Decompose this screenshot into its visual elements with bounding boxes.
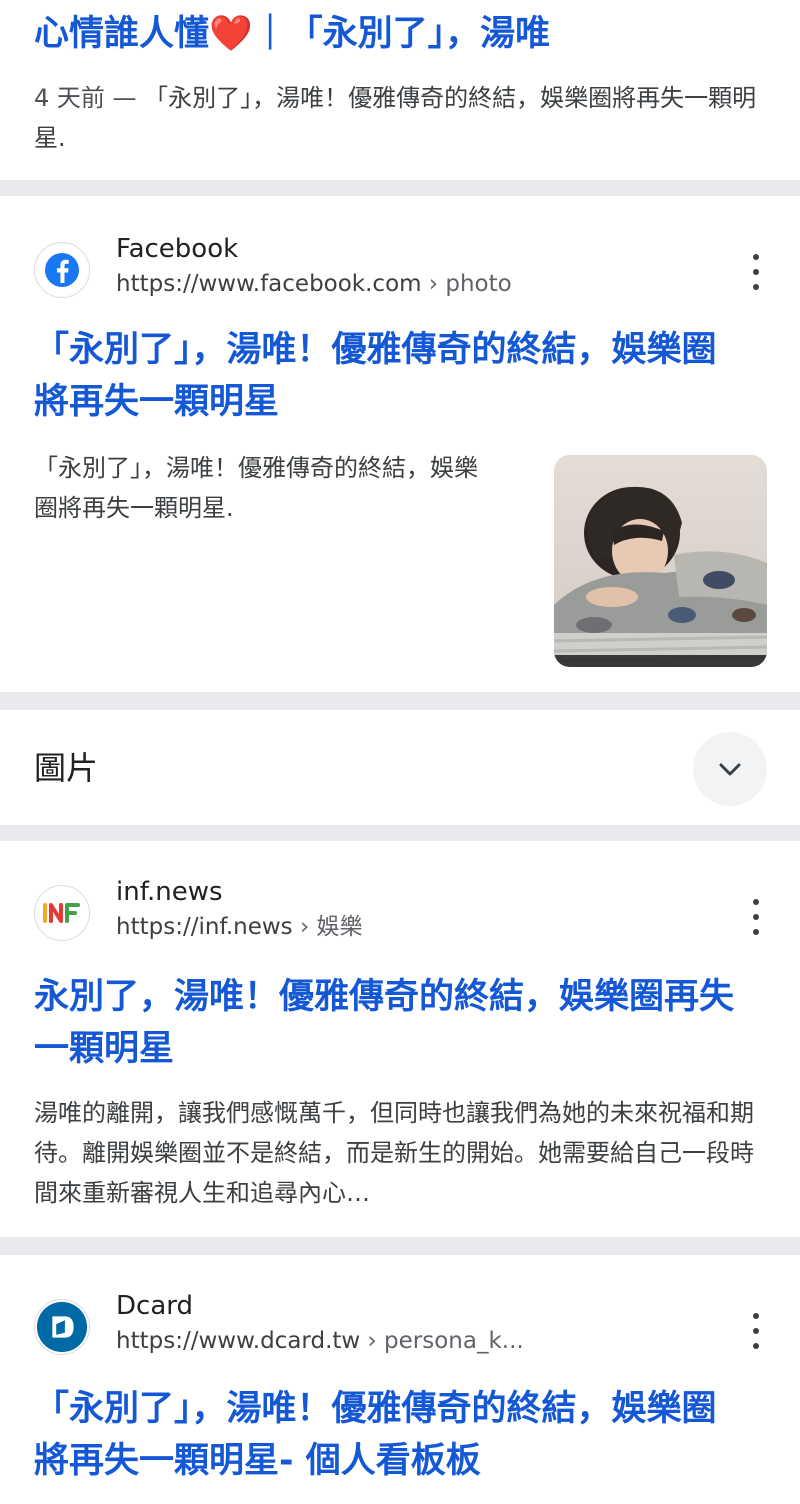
images-section[interactable]: 圖片 [0,710,800,825]
url-path: › persona_k... [360,1328,524,1354]
site-name: inf.news [116,877,223,907]
result-snippet: 湯唯的離開，讓我們感慨萬千，但同時也讓我們為她的未來祝福和期待。離開娛樂圈並不是… [34,1099,754,1207]
result-title-link[interactable]: 心情誰人懂❤️｜「永別了」，湯唯 [0,8,584,60]
result-source[interactable]: inf.news https://inf.news › 娛樂 [34,875,774,945]
result-source[interactable]: Facebook https://www.facebook.com › phot… [34,232,774,302]
result-separator [0,180,800,196]
result-snippet: 「永別了」，湯唯！優雅傳奇的終結，娛樂圈將再失一顆明星. [34,454,478,522]
result-title-link[interactable]: 「永別了」，湯唯！優雅傳奇的終結，娛樂圈將再失一顆明星- 個人看板板 [0,1383,780,1487]
result-separator [0,1237,800,1255]
result-snippet: 4 天前 — 「永別了」，湯唯！優雅傳奇的終結，娛樂圈將再失一顆明星. [34,78,764,158]
result-title-link[interactable]: 永別了，湯唯！優雅傳奇的終結，娛樂圈再失一顆明星 [0,971,780,1075]
chevron-down-icon [719,763,741,776]
images-section-label: 圖片 [34,749,99,787]
url-host: https://www.dcard.tw [116,1328,361,1354]
search-result-dcard: Dcard https://www.dcard.tw › persona_k..… [0,1255,800,1504]
facebook-icon [34,242,90,298]
more-options-icon[interactable] [744,1313,768,1349]
result-separator [0,692,800,710]
url-path: › photo [421,271,512,297]
search-result-inf-news: inf.news https://inf.news › 娛樂 永別了，湯唯！優雅… [0,841,800,1237]
result-snippet-text: 「永別了」，湯唯！優雅傳奇的終結，娛樂圈將再失一顆明星. [34,84,757,152]
result-title-link[interactable]: 「永別了」，湯唯！優雅傳奇的終結，娛樂圈將再失一顆明星 [0,324,780,428]
dcard-icon [34,1299,90,1355]
site-url: https://www.facebook.com › photo [116,268,512,300]
site-name: Facebook [116,234,239,264]
url-host: https://inf.news [116,914,293,940]
site-url: https://www.dcard.tw › persona_k... [116,1325,524,1357]
result-separator [0,825,800,841]
site-name: Dcard [116,1291,193,1321]
more-options-icon[interactable] [744,899,768,935]
result-source[interactable]: Dcard https://www.dcard.tw › persona_k..… [34,1289,774,1359]
site-url: https://inf.news › 娛樂 [116,911,363,943]
expand-button[interactable] [693,732,767,806]
result-date: 4 天前 — [34,84,137,112]
search-result-top: 心情誰人懂❤️｜「永別了」，湯唯 4 天前 — 「永別了」，湯唯！優雅傳奇的終結… [0,0,800,180]
url-path: › 娛樂 [292,914,363,940]
more-options-icon[interactable] [744,254,768,290]
inf-news-icon [34,885,90,941]
url-host: https://www.facebook.com [116,271,422,297]
result-thumbnail-image[interactable] [554,455,767,667]
